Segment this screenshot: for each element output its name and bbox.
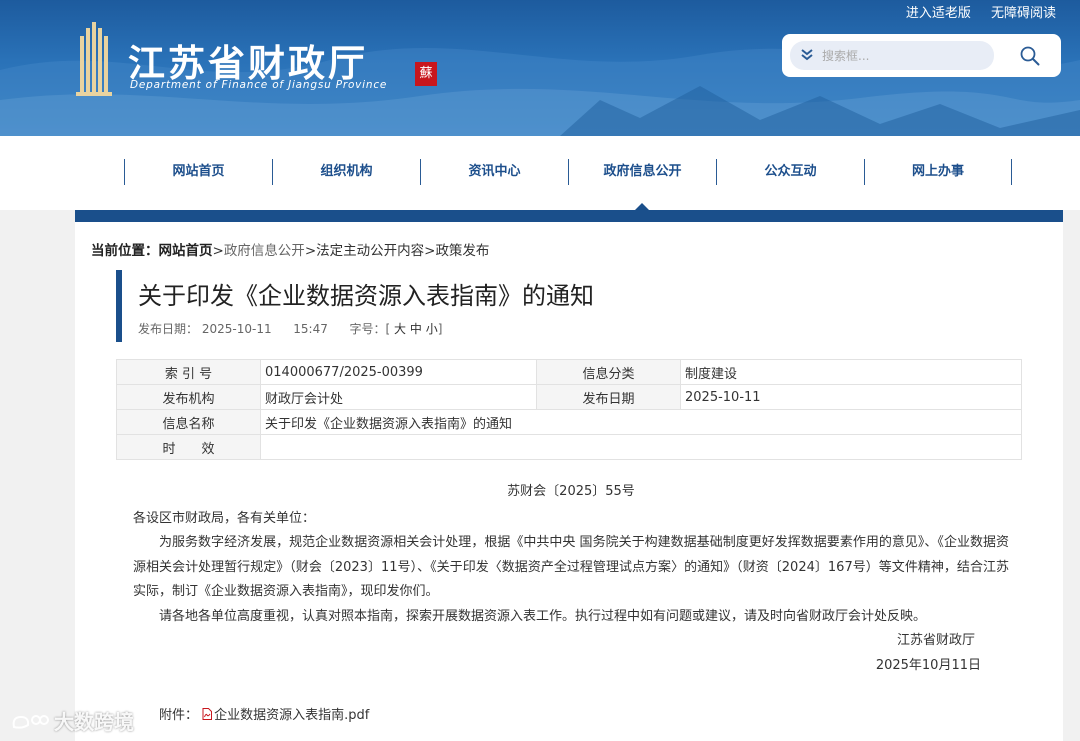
chevron-down-icon[interactable] bbox=[798, 46, 816, 64]
nav-items: 网站首页 组织机构 资讯中心 政府信息公开 公众互动 网上办事 bbox=[124, 159, 1012, 185]
breadcrumb-sep: > bbox=[212, 243, 224, 259]
breadcrumb-policy[interactable]: 政策发布 bbox=[435, 243, 489, 259]
breadcrumb-label: 当前位置： bbox=[91, 243, 159, 259]
article-meta: 发布日期： 2025-10-11 15:47 字号：[ 大 中 小] bbox=[138, 320, 594, 337]
font-size-medium[interactable]: 中 bbox=[410, 322, 422, 336]
elderly-mode-link[interactable]: 进入适老版 bbox=[906, 6, 971, 21]
publisher-value: 财政厅会计处 bbox=[260, 384, 537, 410]
publish-date: 2025-10-11 bbox=[201, 322, 272, 336]
body-paragraph-2: 请各地各单位高度重视，认真对照本指南，探索开展数据资源入表工作。执行过程中如有问… bbox=[159, 608, 927, 624]
validity-value bbox=[260, 434, 1022, 460]
search-box bbox=[782, 34, 1061, 77]
article-title: 关于印发《企业数据资源入表指南》的通知 bbox=[138, 282, 594, 310]
content-panel: 当前位置：网站首页>政府信息公开>法定主动公开内容>政策发布 关于印发《企业数据… bbox=[75, 222, 1063, 741]
nav-item-online-service[interactable]: 网上办事 bbox=[864, 159, 1012, 185]
font-size-label: 字号： bbox=[349, 322, 386, 336]
breadcrumb-sep: > bbox=[424, 243, 436, 259]
info-table: 索 引 号 014000677/2025-00399 信息分类 制度建设 发布机… bbox=[116, 359, 1022, 460]
breadcrumb-home[interactable]: 网站首页 bbox=[159, 243, 213, 259]
body-paragraph-1: 为服务数字经济发展，规范企业数据资源相关会计处理，根据《中共中央 国务院关于构建… bbox=[133, 535, 1009, 599]
font-size-bracket-open: [ bbox=[385, 322, 391, 336]
table-row: 索 引 号 014000677/2025-00399 信息分类 制度建设 bbox=[116, 359, 1022, 385]
nav-item-news[interactable]: 资讯中心 bbox=[420, 159, 568, 185]
validity-label: 时 效 bbox=[116, 434, 261, 460]
table-row: 信息名称 关于印发《企业数据资源入表指南》的通知 bbox=[116, 409, 1022, 435]
accessibility-link[interactable]: 无障碍阅读 bbox=[991, 6, 1056, 21]
content-top-bar bbox=[75, 210, 1063, 222]
font-size-control: 字号：[ 大 中 小] bbox=[350, 322, 443, 336]
attachment-label: 附件： bbox=[159, 708, 199, 723]
name-label: 信息名称 bbox=[116, 409, 261, 435]
document-number: 苏财会〔2025〕55号 bbox=[507, 484, 635, 499]
main-nav: 网站首页 组织机构 资讯中心 政府信息公开 公众互动 网上办事 bbox=[0, 136, 1080, 210]
search-input[interactable] bbox=[822, 45, 988, 66]
signature-date: 2025年10月11日 bbox=[875, 657, 981, 673]
font-size-small[interactable]: 小 bbox=[426, 322, 438, 336]
nav-item-interaction[interactable]: 公众互动 bbox=[716, 159, 864, 185]
watermark-logo-icon bbox=[12, 715, 49, 729]
date-value: 2025-10-11 bbox=[680, 384, 1022, 410]
table-row: 发布机构 财政厅会计处 发布日期 2025-10-11 bbox=[116, 384, 1022, 410]
breadcrumb-sep: > bbox=[304, 243, 317, 259]
category-value: 制度建设 bbox=[680, 359, 1022, 385]
article-body: 苏财会〔2025〕55号 各设区市财政局，各有关单位： 为服务数字经济发展，规范… bbox=[133, 480, 1009, 678]
site-subtitle: Department of Finance of Jiangsu Provinc… bbox=[130, 79, 388, 91]
watermark-text: 大数跨境 bbox=[54, 710, 134, 734]
publish-time: 15:47 bbox=[293, 322, 328, 336]
article-header: 关于印发《企业数据资源入表指南》的通知 发布日期： 2025-10-11 15:… bbox=[116, 270, 594, 342]
search-field-wrap bbox=[790, 41, 994, 70]
index-label: 索 引 号 bbox=[116, 359, 261, 385]
search-icon[interactable] bbox=[1018, 44, 1042, 68]
pdf-icon bbox=[202, 708, 213, 720]
nav-item-gov-info[interactable]: 政府信息公开 bbox=[568, 159, 716, 185]
date-label: 发布日期 bbox=[536, 384, 681, 410]
name-value: 关于印发《企业数据资源入表指南》的通知 bbox=[260, 409, 1022, 435]
nav-item-home[interactable]: 网站首页 bbox=[124, 159, 272, 185]
index-value: 014000677/2025-00399 bbox=[260, 359, 537, 385]
font-size-bracket-close: ] bbox=[437, 322, 443, 336]
site-header: 进入适老版 无障碍阅读 江苏省财政厅 蘇 Department of Finan… bbox=[0, 0, 1080, 136]
nav-item-organization[interactable]: 组织机构 bbox=[272, 159, 420, 185]
table-row: 时 效 bbox=[116, 434, 1022, 460]
salutation: 各设区市财政局，各有关单位： bbox=[133, 510, 316, 526]
building-logo-icon[interactable] bbox=[74, 22, 114, 98]
publisher-label: 发布机构 bbox=[116, 384, 261, 410]
breadcrumb: 当前位置：网站首页>政府信息公开>法定主动公开内容>政策发布 bbox=[91, 239, 489, 259]
seal-logo: 蘇 bbox=[415, 62, 437, 86]
breadcrumb-gov-info[interactable]: 政府信息公开 bbox=[224, 243, 305, 259]
top-links: 进入适老版 无障碍阅读 bbox=[890, 2, 1056, 21]
attachment: 附件： 企业数据资源入表指南.pdf bbox=[159, 704, 369, 723]
signature: 江苏省财政厅 bbox=[896, 633, 975, 648]
watermark: 大数跨境 bbox=[10, 706, 134, 735]
publish-date-label: 发布日期： bbox=[138, 322, 199, 336]
category-label: 信息分类 bbox=[536, 359, 681, 385]
attachment-link[interactable]: 企业数据资源入表指南.pdf bbox=[214, 708, 369, 723]
breadcrumb-statutory[interactable]: 法定主动公开内容 bbox=[316, 243, 424, 259]
font-size-large[interactable]: 大 bbox=[394, 322, 406, 336]
